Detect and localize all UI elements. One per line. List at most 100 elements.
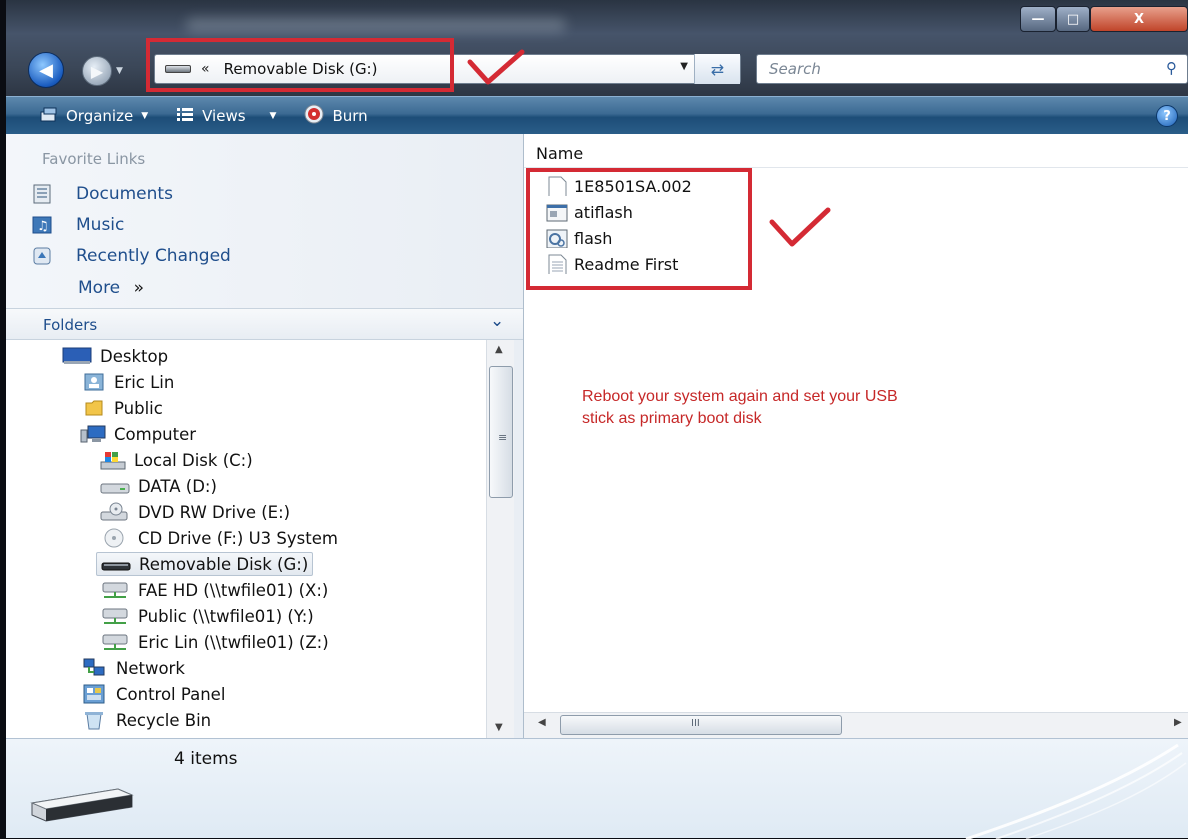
cd-icon bbox=[104, 528, 124, 548]
scroll-right-icon[interactable]: ▶ bbox=[1174, 717, 1182, 728]
grip-icon: ≡ bbox=[498, 431, 508, 444]
tree-item-label: CD Drive (F:) U3 System bbox=[138, 528, 338, 548]
more-chevrons-icon: » bbox=[133, 278, 144, 298]
grip-icon: III bbox=[691, 718, 700, 729]
tree-item-network[interactable]: Network bbox=[82, 656, 185, 680]
close-button[interactable]: X bbox=[1090, 6, 1188, 32]
hard-drive-icon bbox=[100, 483, 130, 494]
tree-item-eric-lin[interactable]: Eric Lin bbox=[84, 370, 174, 394]
fav-link-label: Recently Changed bbox=[76, 246, 231, 266]
tree-item-label: Removable Disk (G:) bbox=[139, 554, 309, 574]
instruction-line-2: stick as primary boot disk bbox=[582, 410, 762, 427]
burn-disc-icon bbox=[304, 104, 324, 128]
tree-item-label: DATA (D:) bbox=[138, 476, 217, 496]
tree-item-recycle-bin[interactable]: Recycle Bin bbox=[82, 708, 211, 732]
tree-item-fae-hd-x[interactable]: FAE HD (\\twfile01) (X:) bbox=[100, 578, 328, 602]
organize-label: Organize bbox=[66, 106, 134, 125]
tree-item-dvd-rw-drive-e[interactable]: DVD RW Drive (E:) bbox=[100, 500, 290, 524]
more-label: More bbox=[78, 278, 121, 298]
tree-item-label: Public bbox=[114, 398, 163, 418]
maximize-button[interactable]: □ bbox=[1056, 6, 1090, 32]
name-column-header[interactable]: Name bbox=[536, 144, 583, 163]
tree-item-desktop[interactable]: Desktop bbox=[62, 344, 168, 368]
tree-item-label: Eric Lin (\\twfile01) (Z:) bbox=[138, 632, 329, 652]
control-panel-icon bbox=[83, 684, 105, 704]
computer-icon bbox=[80, 425, 106, 443]
recently-changed-icon bbox=[32, 246, 54, 266]
help-button[interactable]: ? bbox=[1156, 105, 1178, 127]
minimize-button[interactable]: — bbox=[1020, 6, 1056, 32]
favorite-links-header: Favorite Links bbox=[42, 150, 146, 168]
folder-tree-scrollbar[interactable]: ▲ ≡ ▼ bbox=[486, 340, 514, 738]
tree-item-computer[interactable]: Computer bbox=[80, 422, 196, 446]
recent-pages-dropdown-icon[interactable]: ▼ bbox=[116, 66, 123, 76]
chevron-down-icon: ▼ bbox=[269, 110, 277, 121]
details-pane: 4 items bbox=[6, 738, 1188, 839]
network-drive-icon bbox=[102, 634, 128, 650]
forward-arrow-icon: ▶ bbox=[90, 61, 104, 81]
windows-drive-icon bbox=[100, 452, 126, 470]
tree-item-removable-disk-g[interactable]: Removable Disk (G:) bbox=[96, 552, 314, 576]
burn-button[interactable]: Burn bbox=[304, 104, 368, 128]
decorative-swoosh bbox=[965, 743, 1187, 839]
address-dropdown-icon[interactable]: ▼ bbox=[680, 61, 688, 72]
tree-item-eric-lin-z[interactable]: Eric Lin (\\twfile01) (Z:) bbox=[100, 630, 329, 654]
folder-icon bbox=[85, 400, 103, 416]
burn-label: Burn bbox=[332, 106, 368, 125]
removable-disk-icon bbox=[101, 562, 131, 571]
tree-item-label: FAE HD (\\twfile01) (X:) bbox=[138, 580, 329, 600]
scroll-left-icon[interactable]: ◀ bbox=[538, 717, 546, 728]
dvd-drive-icon bbox=[100, 502, 128, 521]
scrollbar-thumb[interactable]: ≡ bbox=[489, 366, 513, 498]
back-button[interactable]: ◀ bbox=[28, 52, 64, 88]
tree-item-label: DVD RW Drive (E:) bbox=[138, 502, 291, 522]
more-favorites-link[interactable]: More » bbox=[78, 278, 144, 298]
chevron-down-icon: ▼ bbox=[141, 110, 149, 121]
checkmark-icon bbox=[769, 207, 831, 247]
refresh-button[interactable]: ⇄ bbox=[694, 54, 740, 84]
search-icon[interactable]: ⚲ bbox=[1166, 59, 1177, 77]
organize-button[interactable]: Organize ▼ bbox=[40, 106, 148, 126]
file-list-horizontal-scrollbar[interactable]: ◀ III ▶ bbox=[524, 712, 1188, 738]
tree-item-label: Public (\\twfile01) (Y:) bbox=[138, 606, 314, 626]
fav-link-recently-changed[interactable]: Recently Changed bbox=[32, 246, 231, 266]
folders-header[interactable]: Folders ⌄ bbox=[6, 308, 523, 340]
search-box[interactable]: Search ⚲ bbox=[756, 54, 1188, 84]
removable-disk-large-icon bbox=[30, 788, 134, 822]
tree-item-data-d[interactable]: DATA (D:) bbox=[100, 474, 217, 498]
command-toolbar: Organize ▼ Views ▼ Burn ? bbox=[6, 96, 1188, 134]
tree-item-public-y[interactable]: Public (\\twfile01) (Y:) bbox=[100, 604, 314, 628]
tree-item-label: Desktop bbox=[100, 346, 169, 366]
forward-button[interactable]: ▶ bbox=[82, 56, 112, 86]
scroll-up-icon[interactable]: ▲ bbox=[495, 344, 503, 355]
highlight-box-address bbox=[146, 38, 454, 92]
recycle-bin-icon bbox=[85, 712, 103, 730]
music-icon: ♫ bbox=[32, 215, 54, 235]
network-drive-icon bbox=[102, 608, 128, 624]
instruction-note: Reboot your system again and set your US… bbox=[580, 384, 1046, 442]
highlight-box-files bbox=[526, 168, 752, 290]
desktop-icon bbox=[62, 347, 92, 364]
fav-link-documents[interactable]: Documents bbox=[32, 184, 173, 204]
views-button[interactable]: Views ▼ bbox=[176, 106, 276, 126]
tree-item-control-panel[interactable]: Control Panel bbox=[82, 682, 225, 706]
tree-item-label: Eric Lin bbox=[114, 372, 175, 392]
documents-icon bbox=[32, 184, 54, 204]
fav-link-music[interactable]: ♫ Music bbox=[32, 215, 124, 235]
tree-item-local-disk-c[interactable]: Local Disk (C:) bbox=[100, 448, 253, 472]
search-placeholder: Search bbox=[769, 60, 821, 78]
tree-item-label: Local Disk (C:) bbox=[134, 450, 253, 470]
back-arrow-icon: ◀ bbox=[39, 59, 53, 81]
network-drive-icon bbox=[102, 582, 128, 598]
chevron-down-icon[interactable]: ⌄ bbox=[490, 311, 504, 331]
tree-item-label: Network bbox=[116, 658, 185, 678]
tree-item-public[interactable]: Public bbox=[84, 396, 163, 420]
tree-item-cd-drive-f[interactable]: CD Drive (F:) U3 System bbox=[100, 526, 338, 550]
fav-link-label: Music bbox=[76, 215, 125, 235]
instruction-line-1: Reboot your system again and set your US… bbox=[582, 388, 898, 405]
tree-item-label: Recycle Bin bbox=[116, 710, 212, 730]
scroll-down-icon[interactable]: ▼ bbox=[495, 722, 503, 733]
fav-link-label: Documents bbox=[76, 184, 173, 204]
scrollbar-thumb[interactable]: III bbox=[560, 715, 842, 735]
explorer-window: — □ X ◀ ▶ ▼ « Removable Disk (G:) ▼ ⇄ Se… bbox=[6, 0, 1188, 839]
